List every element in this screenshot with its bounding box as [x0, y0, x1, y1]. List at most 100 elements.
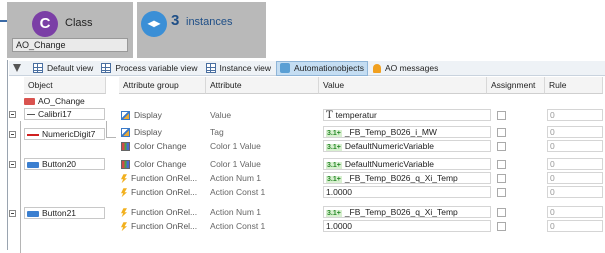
attribute-row[interactable]: Function OnRel... Action Num 1 3.1+ _FB_T… [119, 172, 605, 185]
value-field[interactable]: 3.1+ _FB_Temp_B026_q_Xi_Temp [323, 172, 491, 184]
default-view-label: Default view [47, 63, 94, 73]
attribute-group-cell: Function OnRel... [121, 172, 206, 185]
attribute-row[interactable]: Color Change Color 1 Value 3.1+ DefaultNu… [119, 158, 605, 171]
attribute-group-cell: Color Change [121, 140, 206, 153]
assignment-checkbox[interactable] [497, 188, 506, 197]
lightning-icon [121, 174, 127, 184]
value-field[interactable]: 3.1+ DefaultNumericVariable [323, 140, 491, 152]
value-field[interactable]: 1.0000 [323, 186, 491, 198]
assignment-checkbox[interactable] [497, 222, 506, 231]
process-variable-view-button[interactable]: Process variable view [98, 61, 200, 76]
attribute-cell: Action Const 1 [210, 221, 266, 231]
value-field[interactable]: 1.0000 [323, 220, 491, 232]
rule-field[interactable]: 0 [547, 186, 603, 198]
tree-line [20, 121, 21, 253]
class-name-field[interactable]: AO_Change [12, 38, 128, 52]
instances-tile[interactable]: ◂▸ 3 instances [137, 2, 266, 58]
object-button21[interactable]: Button21 [24, 207, 105, 219]
rule-field[interactable]: 0 [547, 140, 603, 152]
root-object-label: AO_Change [38, 96, 85, 106]
expand-button21[interactable] [9, 210, 16, 217]
variable-icon: 3.1+ [326, 130, 342, 137]
object-name: Button21 [42, 208, 77, 218]
assignment-checkbox[interactable] [497, 208, 506, 217]
dash-icon [27, 114, 35, 116]
tree-line [106, 121, 107, 137]
tree-line [106, 137, 116, 138]
variable-icon: 3.1+ [326, 210, 342, 217]
class-tile[interactable]: C Class AO_Change [7, 2, 133, 58]
attribute-row[interactable]: Function OnRel... Action Const 1 1.0000 … [119, 186, 605, 199]
variable-icon: 3.1+ [326, 162, 342, 169]
attribute-row[interactable]: Display Value Ttemperatur 0 [119, 109, 605, 122]
value-field[interactable]: 3.1+ _FB_Temp_B026_q_Xi_Temp [323, 206, 491, 218]
rule-field[interactable]: 0 [547, 220, 603, 232]
column-header-value[interactable]: Value [319, 77, 487, 94]
expand-button20[interactable] [9, 161, 16, 168]
value-field[interactable]: Ttemperatur [323, 109, 491, 121]
bell-icon [372, 63, 381, 73]
assignment-checkbox[interactable] [497, 160, 506, 169]
attribute-cell: Tag [210, 127, 224, 137]
ao-messages-button[interactable]: AO messages [370, 61, 441, 76]
object-button20[interactable]: Button20 [24, 158, 105, 170]
assignment-checkbox[interactable] [497, 142, 506, 151]
attribute-row[interactable]: Color Change Color 1 Value 3.1+ DefaultNu… [119, 140, 605, 153]
attribute-cell: Color 1 Value [210, 159, 261, 169]
variable-icon: 3.1+ [326, 144, 342, 151]
attribute-row[interactable]: Function OnRel... Action Num 1 3.1+ _FB_T… [119, 206, 605, 219]
column-header-rule[interactable]: Rule [545, 77, 603, 94]
attribute-cell: Action Num 1 [210, 207, 262, 217]
instance-view-button[interactable]: Instance view [203, 61, 275, 76]
color-change-icon [121, 142, 130, 152]
column-header-object[interactable]: Object [24, 77, 106, 94]
object-name: NumericDigit7 [42, 129, 96, 139]
grid-icon [101, 63, 112, 73]
rule-field[interactable]: 0 [547, 126, 603, 138]
attribute-cell: Color 1 Value [210, 141, 261, 151]
process-variable-view-label: Process variable view [115, 63, 198, 73]
column-header-attribute[interactable]: Attribute [206, 77, 319, 94]
variable-icon: 3.1+ [326, 176, 342, 183]
object-numericdigit7[interactable]: NumericDigit7 [24, 128, 105, 140]
expand-numericdigit7[interactable] [9, 131, 16, 138]
filter-button[interactable] [9, 61, 28, 76]
attribute-row[interactable]: Display Tag 3.1+ _FB_Temp_B026_i_MW 0 [119, 126, 605, 139]
attribute-cell: Action Const 1 [210, 187, 266, 197]
value-field[interactable]: 3.1+ DefaultNumericVariable [323, 158, 491, 170]
grid-icon [205, 63, 216, 73]
display-icon [121, 128, 130, 138]
expand-calibri17[interactable] [9, 111, 16, 118]
automationobjects-label: Automationobjects [294, 63, 364, 73]
instances-icon: ◂▸ [141, 11, 167, 37]
display-icon [121, 111, 130, 121]
column-header-assignment[interactable]: Assignment [487, 77, 545, 94]
automationobjects-button[interactable]: Automationobjects [276, 60, 368, 76]
attribute-group-cell: Function OnRel... [121, 220, 206, 233]
rule-field[interactable]: 0 [547, 109, 603, 121]
column-header-attribute-group[interactable]: Attribute group [119, 77, 206, 94]
class-icon: C [32, 11, 58, 37]
rule-field[interactable]: 0 [547, 172, 603, 184]
text-type-icon: T [326, 110, 333, 121]
attribute-group-cell: Function OnRel... [121, 186, 206, 199]
grid-icon [33, 63, 43, 73]
value-field[interactable]: 3.1+ _FB_Temp_B026_i_MW [323, 126, 491, 138]
object-name: Calibri17 [38, 109, 72, 119]
assignment-checkbox[interactable] [497, 128, 506, 137]
object-name: Button20 [42, 159, 77, 169]
assignment-checkbox[interactable] [497, 174, 506, 183]
tree-guide-line [7, 60, 8, 250]
button-icon [27, 161, 39, 168]
rule-field[interactable]: 0 [547, 206, 603, 218]
attribute-row[interactable]: Function OnRel... Action Const 1 1.0000 … [119, 220, 605, 233]
assignment-checkbox[interactable] [497, 111, 506, 120]
view-toolbar: Default view Process variable view Insta… [9, 60, 605, 76]
automationobjects-icon [280, 63, 291, 73]
rule-field[interactable]: 0 [547, 158, 603, 170]
root-object-node[interactable]: AO_Change [24, 95, 85, 108]
default-view-button[interactable]: Default view [30, 61, 96, 76]
lightning-icon [121, 188, 127, 198]
object-calibri17[interactable]: Calibri17 [24, 108, 105, 120]
instance-view-label: Instance view [219, 63, 272, 73]
